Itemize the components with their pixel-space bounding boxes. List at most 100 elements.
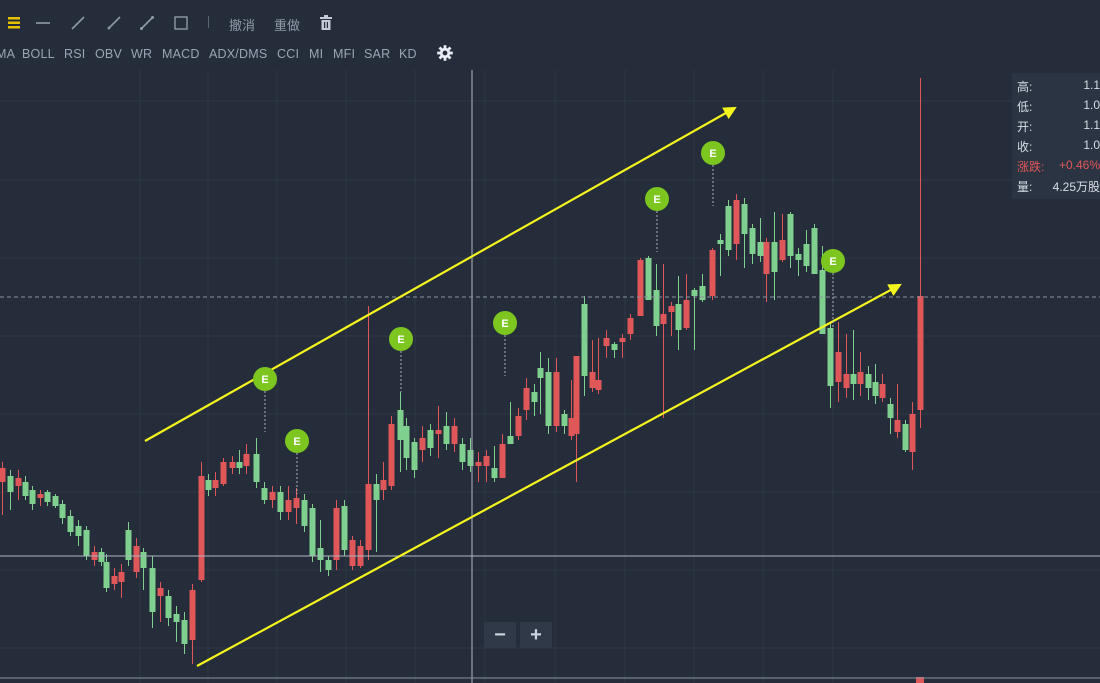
candle-up	[553, 358, 560, 432]
zoom-in-button[interactable]: +	[520, 622, 552, 648]
event-marker: E	[285, 429, 309, 494]
candle-body	[589, 372, 596, 388]
candle-up	[879, 374, 886, 402]
trend-line-icon[interactable]	[65, 10, 91, 36]
candle-body	[309, 508, 316, 556]
candle-body	[787, 214, 794, 256]
candlestick-chart[interactable]: E E E E E E E	[0, 68, 1100, 683]
info-high-value: 1.1	[1083, 78, 1100, 92]
indicator-boll[interactable]: BOLL	[22, 47, 55, 61]
candle-body	[205, 480, 212, 490]
indicator-macd[interactable]: MACD	[162, 47, 200, 61]
candle-body	[523, 388, 530, 410]
candle-body	[668, 306, 675, 312]
candle-body	[483, 456, 490, 466]
undo-button[interactable]: 撤消	[229, 15, 255, 34]
indicator-sar[interactable]: SAR	[364, 47, 390, 61]
drawing-menu-icon[interactable]	[0, 10, 26, 36]
candle-body	[507, 436, 514, 444]
event-marker: E	[493, 311, 517, 376]
zoom-controls: − +	[484, 622, 552, 648]
trash-icon[interactable]	[313, 10, 339, 36]
indicator-rsi[interactable]: RSI	[64, 47, 85, 61]
candle-body	[699, 286, 706, 300]
candle-up	[133, 538, 140, 578]
candle-body	[531, 392, 538, 402]
gear-icon[interactable]	[436, 44, 454, 67]
candle-up	[660, 264, 667, 418]
candle-body	[683, 300, 690, 328]
candle-body	[819, 270, 826, 334]
indicator-obv[interactable]: OBV	[95, 47, 122, 61]
candle-body	[103, 562, 110, 588]
candle-body	[198, 476, 205, 580]
candle-down	[803, 230, 810, 272]
info-open-row: 开: 1.1	[1017, 118, 1100, 138]
candle-body	[603, 338, 610, 346]
candle-down	[467, 438, 474, 472]
candle-body	[37, 494, 44, 498]
candle-body	[7, 476, 14, 492]
candle-up	[894, 384, 901, 438]
info-high-row: 高: 1.1	[1017, 78, 1100, 98]
candle-body	[419, 438, 426, 450]
candle-up	[419, 426, 426, 462]
ohlc-info-panel: 高: 1.1 低: 1.0 开: 1.1 收: 1.0 涨跌: +0.46% 量…	[1012, 73, 1100, 199]
candle-body	[894, 420, 901, 432]
candle-up	[683, 274, 690, 330]
candle-body	[741, 204, 748, 234]
indicator-mi[interactable]: MI	[309, 47, 323, 61]
indicator-adx-dms[interactable]: ADX/DMS	[209, 47, 267, 61]
indicator-wr[interactable]: WR	[131, 47, 152, 61]
candle-body	[843, 374, 850, 388]
candle-body	[75, 526, 82, 536]
candle-down	[491, 446, 498, 482]
candle-body	[733, 200, 740, 244]
candle-up	[357, 540, 364, 568]
candle-up	[285, 486, 292, 520]
candle-body	[15, 478, 22, 486]
candle-body	[411, 442, 418, 470]
candle-up	[388, 416, 395, 490]
candle-down	[717, 234, 724, 276]
candle-body	[619, 338, 626, 342]
candle-body	[341, 506, 348, 550]
candle-body	[771, 242, 778, 272]
candle-down	[397, 392, 404, 472]
candle-body	[709, 250, 716, 296]
candle-down	[531, 384, 538, 416]
candle-down	[149, 556, 156, 628]
candle-body	[581, 304, 588, 376]
candle-body	[403, 426, 410, 458]
indicator-kd[interactable]: KD	[399, 47, 417, 61]
event-marker: E	[645, 187, 669, 252]
ray-line-icon[interactable]	[101, 10, 127, 36]
candle-up	[15, 470, 22, 500]
candle-body	[118, 572, 125, 582]
candle-down	[125, 522, 132, 566]
candle-up	[573, 356, 580, 482]
candle-up	[595, 338, 602, 394]
indicator-ma[interactable]: MA	[0, 47, 15, 61]
candle-body	[325, 560, 332, 570]
horizontal-line-icon[interactable]	[30, 10, 56, 36]
candle-body	[795, 254, 802, 260]
rectangle-icon[interactable]	[168, 10, 194, 36]
candle-up	[220, 458, 227, 486]
candle-body	[917, 296, 924, 410]
candle-up	[333, 500, 340, 570]
candle-up	[709, 248, 716, 300]
candle-body	[67, 516, 74, 532]
segment-line-icon[interactable]	[134, 10, 160, 36]
event-marker: E	[253, 367, 277, 432]
candle-body	[285, 500, 292, 512]
event-marker-label: E	[709, 148, 716, 160]
indicator-cci[interactable]: CCI	[277, 47, 299, 61]
redo-button[interactable]: 重做	[274, 15, 300, 34]
info-volume-value: 4.25万股	[1052, 180, 1100, 194]
indicator-mfi[interactable]: MFI	[333, 47, 355, 61]
candle-up	[349, 536, 356, 570]
candle-up	[380, 462, 387, 500]
zoom-out-button[interactable]: −	[484, 622, 516, 648]
candle-down	[317, 520, 324, 572]
